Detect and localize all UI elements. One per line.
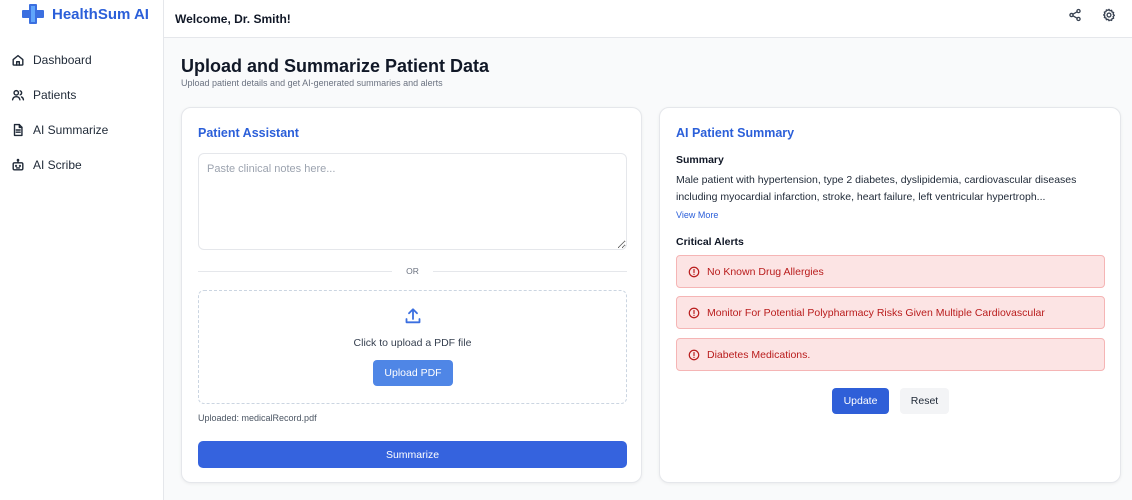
summary-text: Male patient with hypertension, type 2 d…	[676, 174, 1077, 203]
page-title: Upload and Summarize Patient Data	[181, 56, 490, 76]
summarize-button[interactable]: Summarize	[198, 441, 627, 468]
upload-icon	[403, 306, 423, 326]
alert-circle-icon	[688, 307, 700, 318]
alert-item: Diabetes Medications.	[676, 338, 1105, 371]
alert-item: Monitor For Potential Polypharmacy Risks…	[676, 296, 1105, 329]
alert-circle-icon	[688, 266, 700, 277]
robot-icon	[12, 158, 24, 171]
uploaded-file-text: Uploaded: medicalRecord.pdf	[198, 413, 317, 423]
or-divider: OR	[198, 265, 627, 277]
dropzone-text: Click to upload a PDF file	[353, 337, 472, 349]
alert-text: Monitor For Potential Polypharmacy Risks…	[707, 306, 1045, 319]
sidebar-item-label: AI Scribe	[33, 157, 82, 172]
top-bar: Welcome, Dr. Smith!	[164, 0, 1132, 38]
clinical-notes-input[interactable]	[198, 153, 627, 250]
update-button[interactable]: Update	[832, 388, 889, 414]
alert-text: No Known Drug Allergies	[707, 265, 824, 278]
summary-heading: Summary	[676, 154, 724, 166]
pdf-dropzone[interactable]: Click to upload a PDF file Upload PDF	[198, 290, 627, 404]
users-icon	[11, 89, 25, 101]
reset-button[interactable]: Reset	[900, 388, 949, 414]
alert-circle-icon	[688, 349, 700, 360]
page-subtitle: Upload patient details and get AI-genera…	[181, 78, 443, 88]
card-title: AI Patient Summary	[676, 126, 795, 140]
settings-icon	[1103, 8, 1115, 22]
view-more-link[interactable]: View More	[676, 210, 718, 220]
sidebar-item-label: Dashboard	[33, 52, 92, 67]
sidebar-item-dashboard[interactable]: Dashboard	[0, 42, 163, 77]
sidebar-nav: Dashboard Patients AI Summarize AI Scrib…	[0, 42, 163, 182]
sidebar: HealthSum AI Dashboard Patients AI Summa…	[0, 0, 164, 500]
or-label: OR	[406, 266, 419, 276]
medical-cross-logo-icon	[22, 4, 44, 24]
share-button[interactable]	[1068, 8, 1084, 24]
settings-button[interactable]	[1102, 8, 1118, 24]
home-icon	[12, 54, 24, 66]
sidebar-item-label: AI Summarize	[33, 122, 109, 137]
sidebar-item-ai-scribe[interactable]: AI Scribe	[0, 147, 163, 182]
patient-assistant-card: Patient Assistant OR Click to upload a P…	[181, 107, 642, 483]
sidebar-item-patients[interactable]: Patients	[0, 77, 163, 112]
upload-pdf-button[interactable]: Upload PDF	[373, 360, 453, 386]
critical-alerts-heading: Critical Alerts	[676, 236, 744, 248]
alert-item: No Known Drug Allergies	[676, 255, 1105, 288]
ai-summary-card: AI Patient Summary Summary Male patient …	[659, 107, 1121, 483]
brand[interactable]: HealthSum AI	[22, 3, 149, 25]
share-icon	[1069, 8, 1081, 22]
welcome-message: Welcome, Dr. Smith!	[175, 12, 291, 26]
sidebar-item-ai-summarize[interactable]: AI Summarize	[0, 112, 163, 147]
document-icon	[13, 123, 23, 136]
sidebar-item-label: Patients	[33, 87, 77, 102]
alert-text: Diabetes Medications.	[707, 348, 811, 361]
app-name: HealthSum AI	[52, 5, 149, 23]
card-title: Patient Assistant	[198, 126, 299, 140]
